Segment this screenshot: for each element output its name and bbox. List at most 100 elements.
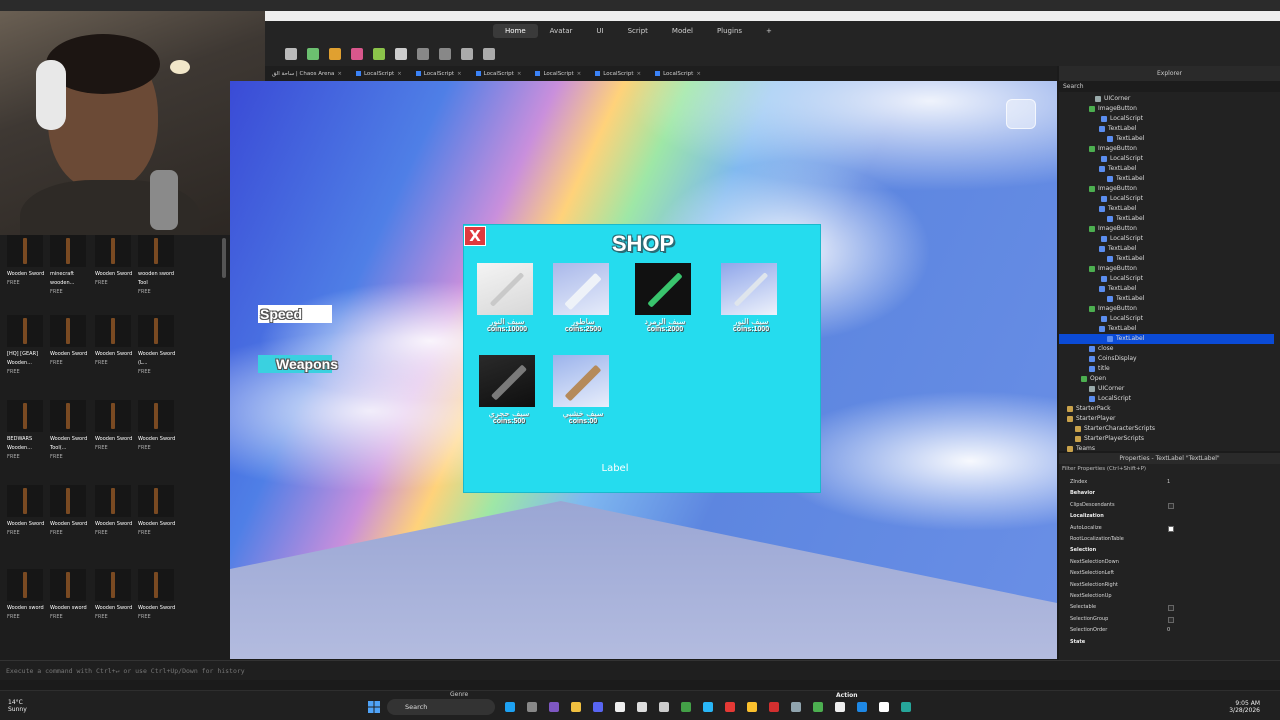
explorer-row[interactable]: TextLabel (1059, 134, 1274, 144)
toolbox-item[interactable]: Wooden Sword FREE (95, 569, 135, 621)
explorer-row[interactable]: LocalScript (1059, 394, 1274, 404)
explorer-row[interactable]: StarterPlayer (1059, 414, 1274, 424)
toolbox-item[interactable]: Wooden Sword FREE (138, 400, 178, 452)
app-icon[interactable] (637, 702, 647, 712)
file-explorer-icon[interactable] (571, 702, 581, 712)
tab-home[interactable]: Home (493, 24, 538, 38)
command-bar-input[interactable]: Execute a command with Ctrl+↵ or use Ctr… (0, 660, 1280, 680)
color-icon[interactable] (373, 47, 385, 60)
settings-icon[interactable] (483, 47, 495, 60)
part-icon[interactable] (285, 47, 297, 60)
property-row[interactable]: ZIndex 1 (1059, 477, 1280, 488)
tab-avatar[interactable]: Avatar (538, 24, 585, 38)
explorer-row[interactable]: UICorner (1059, 384, 1274, 394)
grid-icon[interactable] (461, 47, 473, 60)
property-value[interactable]: 0 (1167, 625, 1170, 636)
shop-item[interactable]: سيف النور coins:1000 (721, 263, 779, 343)
roblox-studio-icon[interactable] (857, 702, 867, 712)
toolbox-item[interactable]: Wooden sword FREE (50, 569, 90, 621)
edge-icon[interactable] (505, 702, 515, 712)
explorer-row[interactable]: ImageButton (1059, 144, 1274, 154)
doc-tab-localscript[interactable]: LocalScript × (351, 69, 407, 79)
toolbox-item[interactable]: minecraft wooden... FREE (50, 235, 90, 296)
doc-tab-localscript[interactable]: LocalScript × (650, 69, 706, 79)
explorer-row[interactable]: StarterCharacterScripts (1059, 424, 1274, 434)
taskbar-clock[interactable]: 9:05 AM 3/28/2026 (1204, 700, 1260, 714)
property-row[interactable]: ClipsDescendants (1059, 500, 1280, 511)
explorer-row[interactable]: LocalScript (1059, 114, 1274, 124)
view-cube-icon[interactable] (1006, 99, 1036, 129)
telegram-icon[interactable] (703, 702, 713, 712)
add-tab-icon[interactable]: + (754, 24, 784, 38)
explorer-row[interactable]: TextLabel (1059, 214, 1274, 224)
explorer-row[interactable]: TextLabel (1059, 324, 1274, 334)
explorer-row[interactable]: title (1059, 364, 1274, 374)
explorer-row[interactable]: ImageButton (1059, 104, 1274, 114)
explorer-row[interactable]: LocalScript (1059, 314, 1274, 324)
property-row[interactable]: NextSelectionLeft (1059, 568, 1280, 579)
discord-icon[interactable] (593, 702, 603, 712)
explorer-row[interactable]: TextLabel (1059, 124, 1274, 134)
close-icon[interactable]: × (517, 71, 522, 77)
app-icon[interactable] (527, 702, 537, 712)
game-viewport[interactable]: Speed Weapons SHOP X سيف النور coins:100… (230, 81, 1057, 659)
close-icon[interactable]: × (696, 71, 701, 77)
shop-item[interactable]: سيف حجري coins:500 (479, 355, 537, 435)
toolbox-item[interactable]: Wooden Sword FREE (7, 485, 47, 537)
doc-tab-localscript[interactable]: LocalScript × (471, 69, 527, 79)
xbox-icon[interactable] (681, 702, 691, 712)
explorer-row[interactable]: TextLabel (1059, 244, 1274, 254)
property-checkbox[interactable] (1168, 502, 1174, 509)
toolbox-item[interactable]: Wooden Sword FREE (95, 315, 135, 367)
toolbox-item[interactable]: Wooden Sword (L... FREE (138, 315, 178, 376)
explorer-row[interactable]: StarterPack (1059, 404, 1274, 414)
property-section[interactable]: Behavior (1059, 488, 1280, 499)
toolbox-item[interactable]: Wooden Sword FREE (138, 485, 178, 537)
explorer-row[interactable]: TextLabel (1059, 254, 1274, 264)
speed-button[interactable]: Speed (258, 305, 332, 323)
property-row[interactable]: SelectionOrder 0 (1059, 625, 1280, 636)
explorer-row[interactable]: LocalScript (1059, 234, 1274, 244)
close-icon[interactable]: × (337, 71, 342, 77)
tab-plugins[interactable]: Plugins (705, 24, 754, 38)
explorer-row[interactable]: TextLabel (1059, 164, 1274, 174)
tab-ui[interactable]: UI (584, 24, 615, 38)
toolbox-item[interactable]: Wooden sword FREE (7, 569, 47, 621)
chrome-icon[interactable] (747, 702, 757, 712)
explorer-row[interactable]: LocalScript (1059, 194, 1274, 204)
close-button[interactable]: X (464, 226, 486, 246)
toolbox-item[interactable]: Wooden Sword FREE (50, 485, 90, 537)
app-icon[interactable] (549, 702, 559, 712)
shop-item[interactable]: سيف خشبي coins:00 (553, 355, 611, 435)
explorer-row[interactable]: ImageButton (1059, 264, 1274, 274)
toolbox-item[interactable]: Wooden Sword FREE (138, 569, 178, 621)
close-icon[interactable]: × (397, 71, 402, 77)
property-value[interactable]: 1 (1167, 477, 1170, 488)
property-checkbox[interactable] (1168, 605, 1174, 612)
toolbox-item[interactable]: Wooden Sword Tool(... FREE (50, 400, 90, 461)
anchor-icon[interactable] (439, 47, 451, 60)
explorer-row[interactable]: TextLabel (1059, 284, 1274, 294)
doc-tab-localscript[interactable]: LocalScript × (590, 69, 646, 79)
app-icon[interactable] (835, 702, 845, 712)
app-icon[interactable] (615, 702, 625, 712)
toolbox-item[interactable]: Wooden Sword FREE (95, 485, 135, 537)
property-row[interactable]: AutoLocalize (1059, 523, 1280, 534)
taskbar-search[interactable]: Search (387, 699, 495, 715)
steam-icon[interactable] (791, 702, 801, 712)
toolbox-item[interactable]: Wooden Sword FREE (95, 400, 135, 452)
explorer-row[interactable]: StarterPlayerScripts (1059, 434, 1274, 444)
toolbox-item[interactable]: Wooden Sword FREE (7, 235, 47, 287)
material-icon[interactable] (351, 47, 363, 60)
property-row[interactable]: RootLocalizationTable (1059, 534, 1280, 545)
app-icon[interactable] (901, 702, 911, 712)
windows-start-icon[interactable] (368, 701, 380, 713)
property-row[interactable]: SelectionGroup (1059, 614, 1280, 625)
explorer-row[interactable]: Open (1059, 374, 1274, 384)
explorer-row[interactable]: TextLabel (1059, 174, 1274, 184)
property-section[interactable]: State (1059, 637, 1280, 648)
close-icon[interactable]: × (457, 71, 462, 77)
shop-item[interactable]: ساطور coins:2500 (553, 263, 611, 343)
explorer-row[interactable]: LocalScript (1059, 274, 1274, 284)
doc-tab-place[interactable]: ساحة الق | Chaos Arena × (267, 69, 347, 79)
